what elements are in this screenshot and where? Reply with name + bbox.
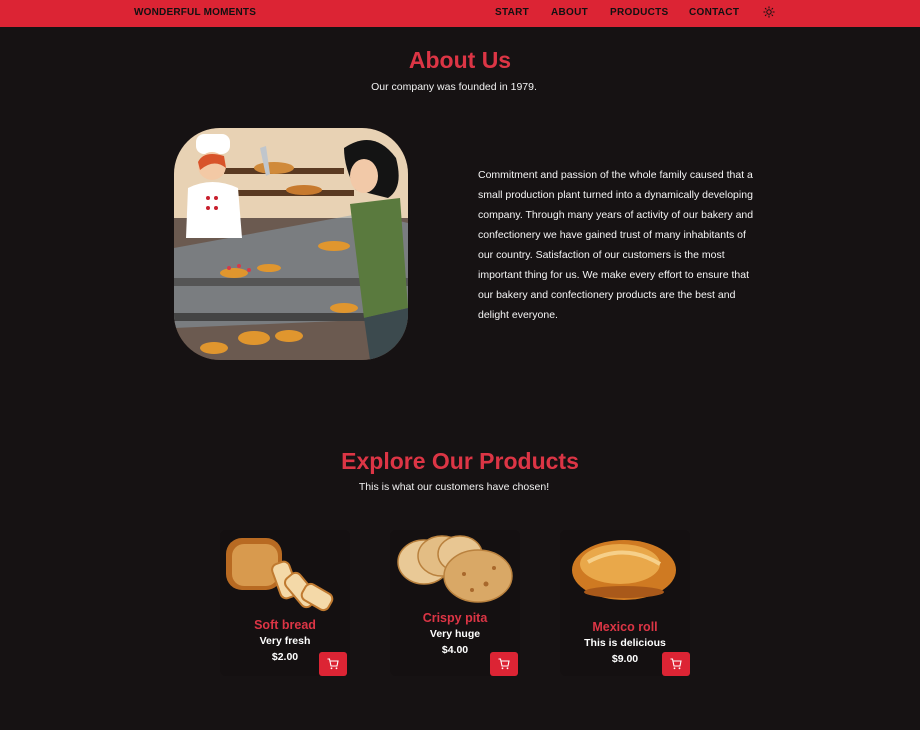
cart-icon [498,658,510,670]
add-to-cart-button[interactable] [319,652,347,676]
about-description: Commitment and passion of the whole fami… [478,169,754,321]
soft-bread-image [226,538,334,612]
add-to-cart-button[interactable] [662,652,690,676]
product-card-crispy-pita: Crispy pita Very huge $4.00 [390,530,520,676]
product-name: Mexico roll [592,620,658,634]
product-desc: Very huge [429,628,481,640]
products-title: Explore Our Products [341,448,579,474]
sun-icon[interactable] [763,6,775,18]
cart-icon [670,658,682,670]
crispy-pita-image [397,535,513,603]
product-card-soft-bread: Soft bread Very fresh $2.00 [220,530,350,676]
product-desc: Very fresh [259,635,311,647]
cart-icon [327,658,339,670]
bakery-shop-illustration [174,128,408,360]
navbar: WONDERFUL MOMENTS START ABOUT PRODUCTS C… [0,0,920,27]
product-desc: This is delicious [584,637,666,649]
nav-about[interactable]: ABOUT [551,7,588,18]
add-to-cart-button[interactable] [490,652,518,676]
nav-products[interactable]: PRODUCTS [610,7,669,18]
product-name: Soft bread [254,618,316,632]
about-subtitle: Our company was founded in 1979. [371,81,537,93]
about-title: About Us [408,47,512,73]
brand-logo[interactable]: WONDERFUL MOMENTS [134,7,256,18]
nav-start[interactable]: START [495,7,529,18]
nav-contact[interactable]: CONTACT [689,7,739,18]
product-name: Crispy pita [422,611,488,625]
product-card-mexico-roll: Mexico roll This is delicious $9.00 [560,530,690,676]
products-subtitle: This is what our customers have chosen! [358,481,550,493]
mexico-roll-image [572,540,676,600]
